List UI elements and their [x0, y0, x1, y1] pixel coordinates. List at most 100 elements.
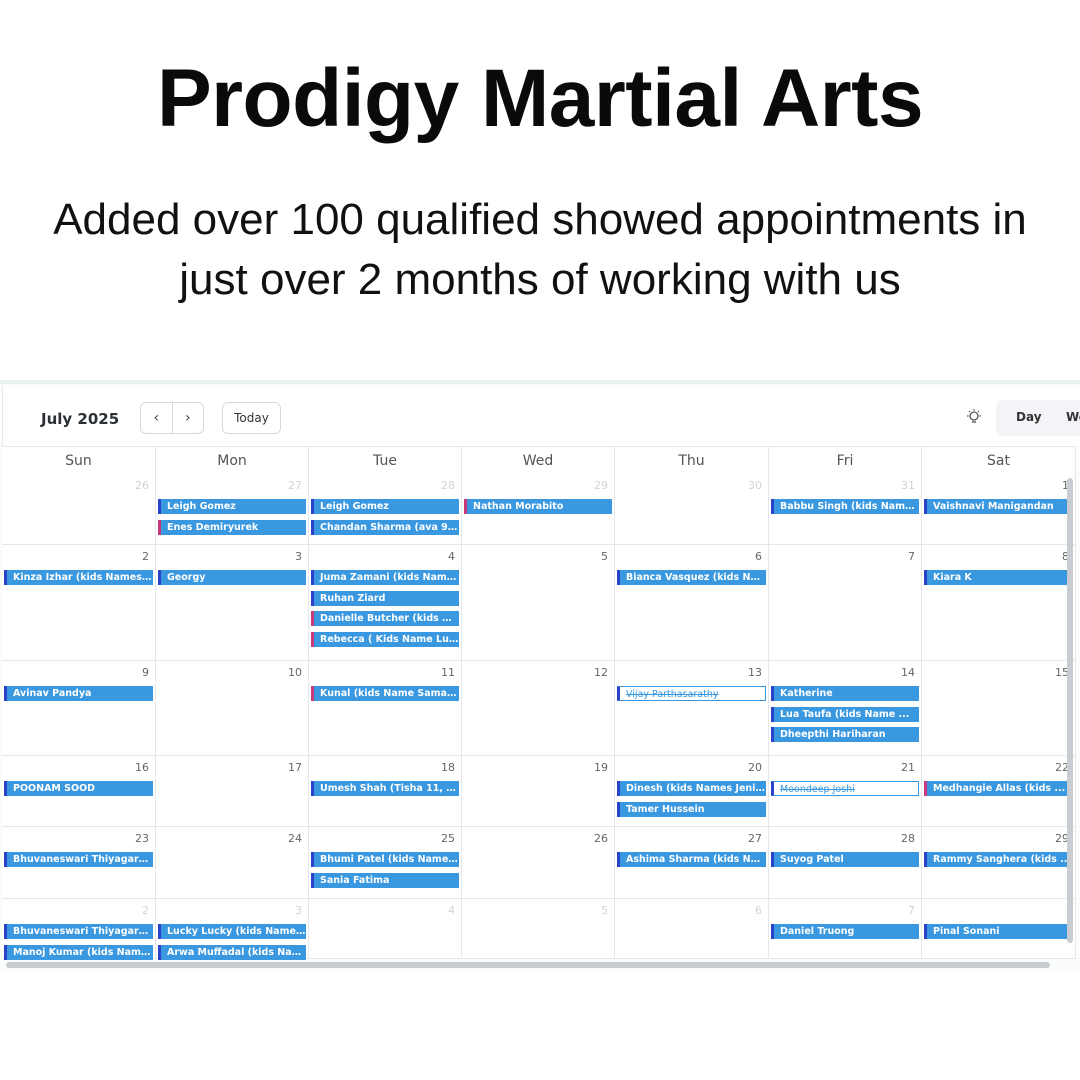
- day-cell[interactable]: 2 Kinza Izhar (kids Names ...: [2, 545, 156, 660]
- appointment-event[interactable]: Suyog Patel: [771, 852, 919, 867]
- next-month-button[interactable]: ›: [171, 403, 204, 433]
- day-cell[interactable]: 26: [2, 474, 156, 544]
- day-cell[interactable]: 4: [309, 899, 462, 958]
- day-cell[interactable]: 11 Kunal (kids Name Samart...: [309, 661, 462, 755]
- day-number: 3: [295, 904, 302, 917]
- appointment-event[interactable]: Dinesh (kids Names Jenis...: [617, 781, 766, 796]
- day-number: 10: [288, 666, 302, 679]
- appointment-event[interactable]: Medhangie Allas (kids ...: [924, 781, 1073, 796]
- day-cell[interactable]: 26: [462, 827, 615, 898]
- appointment-event[interactable]: Rammy Sanghera (kids ...: [924, 852, 1073, 867]
- appointment-event[interactable]: Leigh Gomez: [158, 499, 306, 514]
- appointment-event[interactable]: Juma Zamani (kids Name ...: [311, 570, 459, 585]
- day-number: 5: [601, 904, 608, 917]
- day-cell[interactable]: 12: [462, 661, 615, 755]
- day-cell[interactable]: 5: [462, 899, 615, 958]
- day-cell[interactable]: 30: [615, 474, 769, 544]
- appointment-event[interactable]: Chandan Sharma (ava 9, Ramit 8): [311, 519, 459, 535]
- appointment-event[interactable]: Arwa Muffadal (kids Nam...: [158, 944, 306, 960]
- day-cell[interactable]: 22 Medhangie Allas (kids ...: [922, 756, 1076, 826]
- appointment-event[interactable]: Umesh Shah (Tisha 11, Bri...: [311, 781, 459, 796]
- day-cell[interactable]: 5: [462, 545, 615, 660]
- appointment-event[interactable]: Enes Demiryurek: [158, 519, 306, 535]
- appointment-event[interactable]: Lua Taufa (kids Name ...: [771, 706, 919, 722]
- day-cell[interactable]: 4 Juma Zamani (kids Name ... Ruhan Ziard Da…: [309, 545, 462, 660]
- day-cell[interactable]: 9 Avinav Pandya: [2, 661, 156, 755]
- day-cell[interactable]: 13 Vijay Parthasarathy: [615, 661, 769, 755]
- prev-month-button[interactable]: ‹: [141, 403, 172, 433]
- vertical-scrollbar[interactable]: [1067, 478, 1073, 943]
- day-cell[interactable]: 28 Leigh Gomez Chandan Sharma (ava 9, Rami…: [309, 474, 462, 544]
- appointment-event[interactable]: Dheepthi Hariharan: [771, 727, 919, 742]
- appointment-event[interactable]: Danielle Butcher (kids Name ...: [311, 611, 459, 626]
- today-button[interactable]: Today: [222, 402, 281, 434]
- day-cell[interactable]: 29 Rammy Sanghera (kids ...: [922, 827, 1076, 898]
- day-cell[interactable]: 2 Bhuvaneswari Thiyagaraj... Manoj Kumar (…: [2, 899, 156, 960]
- day-cell[interactable]: 25 Bhumi Patel (kids Name ... Sania Fatima: [309, 827, 462, 898]
- appointment-event[interactable]: Rebecca ( Kids Name Luc...: [311, 631, 459, 647]
- week-row: 26 27 Leigh Gomez Enes Demiryurek 28 Leigh Go…: [2, 474, 1076, 545]
- appointment-event[interactable]: Daniel Truong: [771, 924, 919, 939]
- day-cell[interactable]: 28 Suyog Patel: [769, 827, 922, 898]
- day-cell[interactable]: 29 Nathan Morabito: [462, 474, 615, 544]
- day-cell[interactable]: 3 Lucky Lucky (kids Name ... Arwa Muffadal…: [156, 899, 309, 960]
- day-cell[interactable]: 24: [156, 827, 309, 898]
- day-cell[interactable]: 7: [769, 545, 922, 660]
- lightbulb-icon[interactable]: [965, 408, 983, 426]
- day-cell[interactable]: 21 Moondeep Joshi: [769, 756, 922, 826]
- appointment-event[interactable]: Vaishnavi Manigandan: [924, 499, 1073, 514]
- day-cell[interactable]: 19: [462, 756, 615, 826]
- weekday-thu: Thu: [615, 447, 769, 475]
- day-cell[interactable]: 27 Ashima Sharma (kids Nam...: [615, 827, 769, 898]
- day-cell[interactable]: 6 Bianca Vasquez (kids Na...: [615, 545, 769, 660]
- appointment-event[interactable]: Pinal Sonani: [924, 924, 1073, 939]
- week-row: 2 Bhuvaneswari Thiyagaraj... Manoj Kumar (…: [2, 899, 1076, 960]
- day-number: 28: [901, 832, 915, 845]
- appointment-event[interactable]: Ashima Sharma (kids Nam...: [617, 852, 766, 867]
- appointment-event[interactable]: Leigh Gomez: [311, 499, 459, 514]
- day-number: 9: [142, 666, 149, 679]
- day-cell[interactable]: 8 Kiara K: [922, 545, 1076, 660]
- appointment-event[interactable]: Bhuvaneswari Thiyagaraj...: [4, 924, 153, 939]
- appointment-event[interactable]: Ruhan Ziard: [311, 590, 459, 606]
- tab-day[interactable]: Day: [1016, 410, 1042, 424]
- appointment-event[interactable]: POONAM SOOD: [4, 781, 153, 796]
- day-cell[interactable]: 27 Leigh Gomez Enes Demiryurek: [156, 474, 309, 544]
- appointment-event[interactable]: Sania Fatima: [311, 872, 459, 888]
- day-number: 28: [441, 479, 455, 492]
- appointment-event[interactable]: Bianca Vasquez (kids Na...: [617, 570, 766, 585]
- day-cell[interactable]: 16 POONAM SOOD: [2, 756, 156, 826]
- day-cell[interactable]: 17: [156, 756, 309, 826]
- horizontal-scrollbar[interactable]: [6, 962, 1050, 968]
- appointment-event[interactable]: Kunal (kids Name Samart...: [311, 686, 459, 701]
- appointment-event[interactable]: Lucky Lucky (kids Name ...: [158, 924, 306, 939]
- appointment-event[interactable]: Kiara K: [924, 570, 1073, 585]
- day-cell[interactable]: 18 Umesh Shah (Tisha 11, Bri...: [309, 756, 462, 826]
- appointment-event[interactable]: Bhumi Patel (kids Name ...: [311, 852, 459, 867]
- appointment-event[interactable]: Manoj Kumar (kids Name ...: [4, 944, 153, 960]
- appointment-event[interactable]: Babbu Singh (kids Name ...: [771, 499, 919, 514]
- appointment-event[interactable]: Avinav Pandya: [4, 686, 153, 701]
- appointment-event[interactable]: Tamer Hussein: [617, 801, 766, 817]
- appointment-event[interactable]: Nathan Morabito: [464, 499, 612, 514]
- appointment-event[interactable]: Kinza Izhar (kids Names ...: [4, 570, 153, 585]
- appointment-event[interactable]: Vijay Parthasarathy: [617, 686, 766, 701]
- appointment-event[interactable]: Georgy: [158, 570, 306, 585]
- tab-week[interactable]: We: [1066, 410, 1080, 424]
- day-cell[interactable]: 23 Bhuvaneswari Thiyagaraj...: [2, 827, 156, 898]
- day-cell[interactable]: 6: [615, 899, 769, 958]
- weekday-wed: Wed: [462, 447, 615, 475]
- day-cell[interactable]: 10: [156, 661, 309, 755]
- day-cell[interactable]: 1 Vaishnavi Manigandan: [922, 474, 1076, 544]
- appointment-event[interactable]: Katherine: [771, 686, 919, 701]
- day-cell[interactable]: 31 Babbu Singh (kids Name ...: [769, 474, 922, 544]
- day-cell[interactable]: 7 Daniel Truong: [769, 899, 922, 958]
- day-cell[interactable]: 15: [922, 661, 1076, 755]
- page-title: Prodigy Martial Arts: [156, 53, 924, 144]
- day-cell[interactable]: 20 Dinesh (kids Names Jenis... Tamer Husse…: [615, 756, 769, 826]
- day-cell[interactable]: 3 Georgy: [156, 545, 309, 660]
- day-cell[interactable]: Pinal Sonani: [922, 899, 1076, 958]
- appointment-event[interactable]: Moondeep Joshi: [771, 781, 919, 796]
- appointment-event[interactable]: Bhuvaneswari Thiyagaraj...: [4, 852, 153, 867]
- day-cell[interactable]: 14 Katherine Lua Taufa (kids Name ... Dheep…: [769, 661, 922, 755]
